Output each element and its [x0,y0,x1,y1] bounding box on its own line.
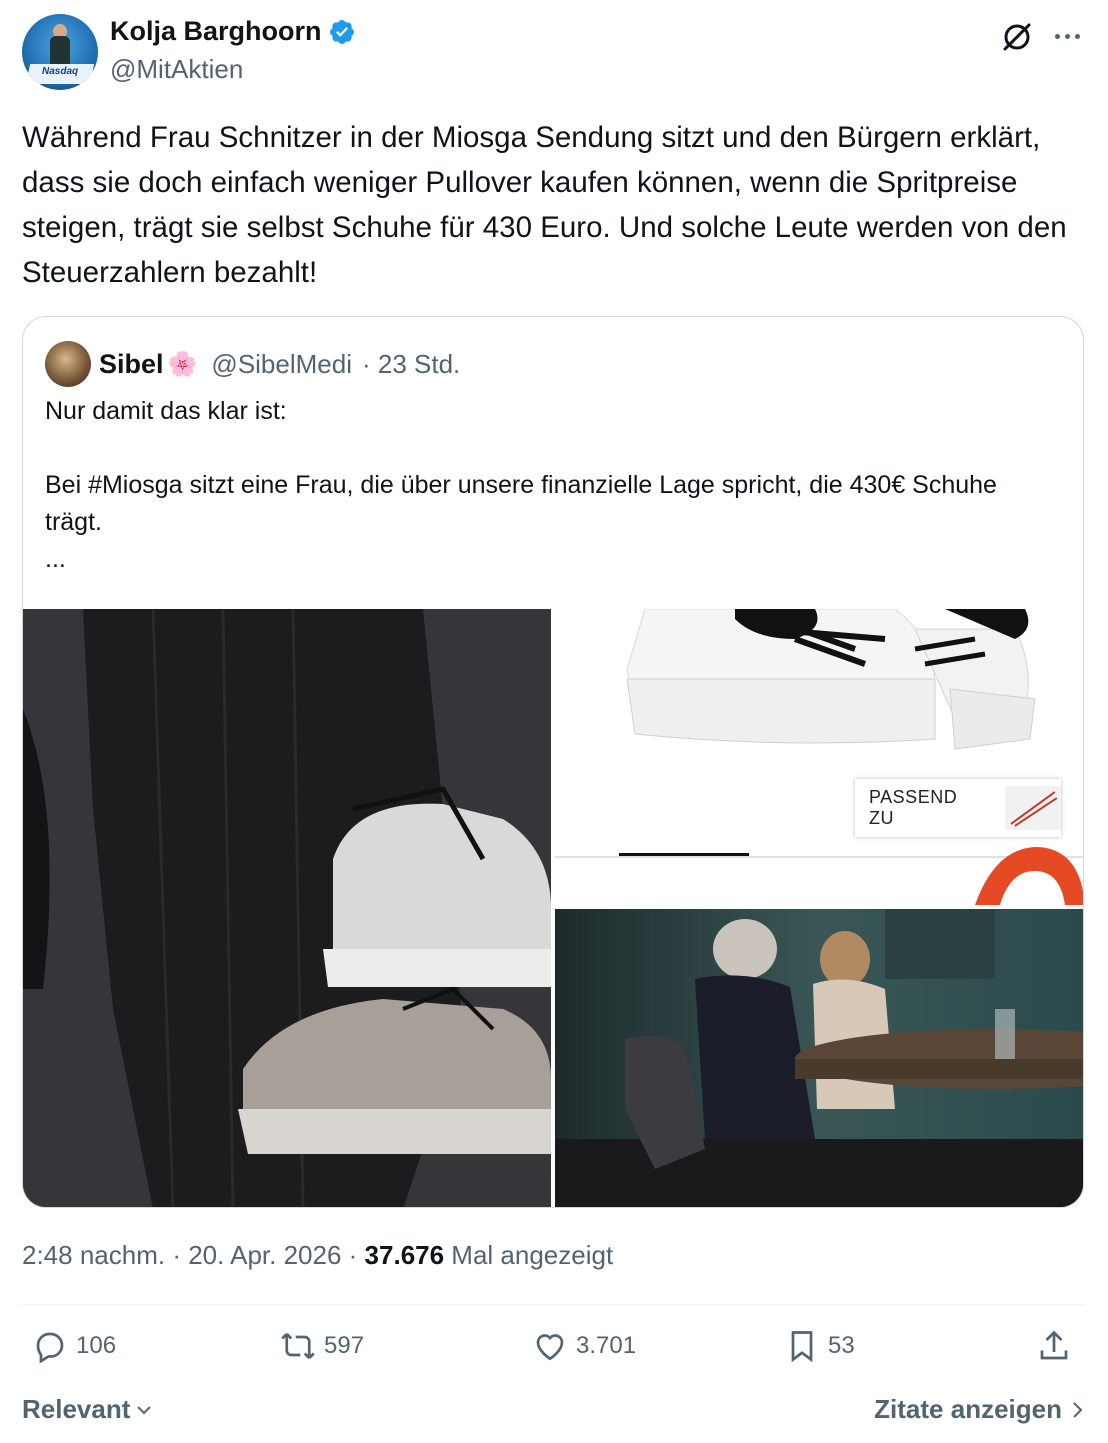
tweet-timestamp[interactable]: 2:48 nachm. · 20. Apr. 2026 · [22,1240,365,1270]
passend-zu-text: PASSEND ZU [869,787,958,828]
repost-icon [281,1333,315,1359]
bookmark-button[interactable]: 53 [784,1328,855,1364]
reply-button[interactable]: 106 [32,1328,116,1364]
heart-icon [536,1334,564,1361]
author-display-name[interactable]: Kolja Barghoorn [110,16,322,47]
reply-icon [36,1332,64,1364]
cherry-blossom-emoji: 🌸 [167,350,198,378]
more-options-icon[interactable] [1052,26,1082,46]
share-icon [1040,1330,1068,1360]
sort-label: Relevant [22,1394,131,1424]
passend-zu-swatch-icon [1005,786,1061,830]
bookmark-icon [791,1331,813,1363]
view-quotes-label: Zitate anzeigen [874,1394,1062,1424]
tv-studio-illustration [555,909,1083,1207]
share-button[interactable] [1036,1328,1072,1364]
quoted-author-name[interactable]: Sibel [99,349,164,380]
shoes-closeup-illustration [23,609,551,1207]
author-name-row: Kolja Barghoorn [110,16,356,47]
quoted-tweet-text: Nur damit das klar ist: Bei #Miosga sitz… [45,397,997,573]
product-shoes-illustration [555,609,1083,905]
action-bar: 106 597 3.701 53 [22,1328,1084,1376]
verified-badge-icon [329,19,354,44]
tweet-meta: 2:48 nachm. · 20. Apr. 2026 · 37.676 Mal… [22,1240,613,1271]
quoted-tweet-time[interactable]: · 23 Std. [362,349,460,380]
avatar-logo-text: Nasdaq [42,66,79,77]
quoted-tweet-header: Sibel 🌸 @SibelMedi · 23 Std. [45,341,460,387]
chevron-down-icon [137,1405,152,1414]
view-count: 37.676 [364,1240,445,1270]
tweet-text: Während Frau Schnitzer in der Miosga Sen… [22,121,1067,289]
author-avatar[interactable]: Nasdaq [22,14,98,90]
tweet-header: Nasdaq Kolja Barghoorn @MitAktien [22,12,1086,92]
media-image-tv-studio[interactable] [555,909,1083,1207]
bookmark-count: 53 [828,1332,855,1359]
repost-button[interactable]: 597 [280,1328,364,1364]
media-grid: PASSEND ZU [23,609,1083,1207]
like-button[interactable]: 3.701 [532,1328,636,1364]
media-image-product-shoes[interactable]: PASSEND ZU [555,609,1083,905]
view-quotes-link[interactable]: Zitate anzeigen [874,1394,1086,1425]
view-count-label: Mal angezeigt [444,1240,614,1270]
quoted-tweet[interactable]: Sibel 🌸 @SibelMedi · 23 Std. Nur damit d… [22,316,1084,1208]
reply-count: 106 [76,1332,117,1359]
quoted-author-handle[interactable]: @SibelMedi [211,349,352,380]
repost-count: 597 [324,1332,365,1359]
passend-zu-label: PASSEND ZU [855,779,1061,837]
grok-icon[interactable] [1000,20,1034,54]
quoted-author-avatar[interactable] [45,341,91,387]
media-image-shoes-closeup[interactable] [23,609,551,1207]
sort-selector[interactable]: Relevant [22,1394,154,1425]
divider [22,1304,1084,1305]
author-handle[interactable]: @MitAktien [110,54,243,85]
like-count: 3.701 [576,1332,637,1359]
chevron-right-icon [1073,1401,1083,1418]
